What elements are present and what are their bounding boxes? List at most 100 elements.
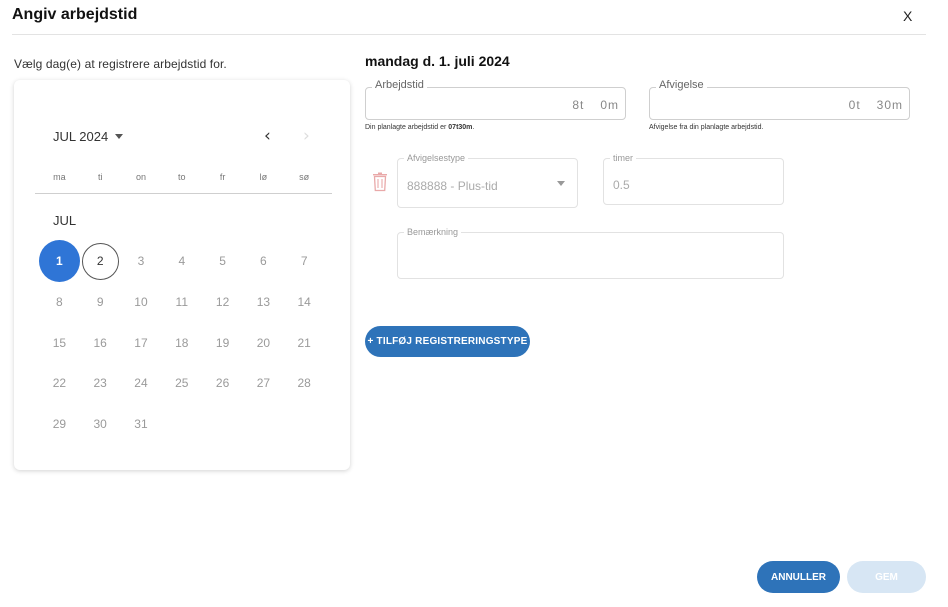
calendar-day[interactable]: 31 bbox=[121, 404, 162, 445]
day-number: 16 bbox=[93, 335, 107, 350]
close-button[interactable]: X bbox=[903, 8, 912, 24]
calendar-day[interactable]: 28 bbox=[284, 363, 325, 404]
calendar-day[interactable]: 20 bbox=[243, 322, 284, 363]
weekday-label: sø bbox=[299, 172, 310, 182]
deviation-type-label: Afvigelsestype bbox=[404, 153, 469, 163]
calendar-day[interactable]: 5 bbox=[202, 241, 243, 282]
day-number: 9 bbox=[96, 295, 104, 310]
day-number: 25 bbox=[175, 376, 189, 391]
month-year-label: JUL 2024 bbox=[53, 129, 109, 144]
deviation-type-value: 888888 - Plus-tid bbox=[407, 179, 498, 193]
chevron-right-icon: › bbox=[303, 126, 310, 146]
calendar-day[interactable]: 8 bbox=[39, 282, 80, 323]
weekday-label: to bbox=[178, 172, 186, 182]
calendar-day[interactable]: 13 bbox=[243, 282, 284, 323]
calendar-day[interactable]: 30 bbox=[80, 404, 121, 445]
hours-value: 0.5 bbox=[613, 178, 630, 192]
day-number: 15 bbox=[52, 335, 67, 350]
weekday-label: on bbox=[135, 172, 146, 182]
calendar-day[interactable]: 6 bbox=[243, 241, 284, 282]
calendar-day[interactable]: 26 bbox=[202, 363, 243, 404]
chevron-left-icon[interactable]: ‹ bbox=[264, 126, 271, 146]
calendar-instruction: Vælg dag(e) at registrere arbejdstid for… bbox=[14, 57, 227, 71]
month-label: JUL bbox=[53, 213, 77, 228]
calendar-day[interactable]: 12 bbox=[202, 282, 243, 323]
calendar-day[interactable]: 18 bbox=[161, 322, 202, 363]
deviation-value: 0t 30m bbox=[849, 98, 903, 112]
day-number: 11 bbox=[175, 295, 189, 310]
work-time-field[interactable]: Arbejdstid 8t 0m bbox=[365, 79, 626, 120]
weekday-header: ma ti on to fr lø sø bbox=[39, 172, 345, 182]
weekday-label: ti bbox=[97, 172, 103, 182]
weekday-label: lø bbox=[259, 172, 268, 182]
calendar-day[interactable]: 4 bbox=[161, 241, 202, 282]
calendar-day[interactable]: 22 bbox=[39, 363, 80, 404]
calendar-day[interactable]: 17 bbox=[121, 322, 162, 363]
calendar-day[interactable]: 21 bbox=[284, 322, 325, 363]
day-number: 26 bbox=[215, 376, 230, 391]
calendar-day[interactable]: 10 bbox=[121, 282, 162, 323]
hours-input[interactable]: timer 0.5 bbox=[603, 153, 784, 205]
deviation-label: Afvigelse bbox=[656, 79, 707, 91]
caret-down-icon bbox=[115, 134, 124, 139]
work-time-helper: Din planlagte arbejdstid er 07t30m. bbox=[365, 124, 474, 131]
day-number: 2 bbox=[81, 242, 119, 280]
work-time-label: Arbejdstid bbox=[372, 79, 427, 91]
calendar-day[interactable]: 27 bbox=[243, 363, 284, 404]
header-divider bbox=[12, 34, 926, 35]
calendar-day[interactable]: 23 bbox=[80, 363, 121, 404]
dialog-title: Angiv arbejdstid bbox=[12, 6, 138, 23]
deviation-helper: Afvigelse fra din planlagte arbejdstid. bbox=[649, 124, 764, 131]
cancel-button[interactable]: ANNULLER bbox=[757, 561, 840, 593]
calendar-day[interactable]: 11 bbox=[161, 282, 202, 323]
work-time-helper-text: Din planlagte arbejdstid er bbox=[365, 124, 449, 131]
month-year-select[interactable]: JUL 2024 bbox=[53, 129, 124, 144]
add-registration-type-button[interactable]: + TILFØJ REGISTRERINGSTYPE bbox=[365, 326, 530, 357]
work-time-value: 8t 0m bbox=[572, 98, 619, 112]
calendar-day[interactable]: 16 bbox=[80, 322, 121, 363]
hours-label: timer bbox=[610, 153, 636, 163]
calendar-day[interactable]: 29 bbox=[39, 404, 80, 445]
day-number: 23 bbox=[93, 376, 107, 391]
calendar: JUL 2024 ‹ › ma ti on to fr lø sø JUL 1 … bbox=[14, 80, 350, 470]
save-button[interactable]: GEM bbox=[847, 561, 926, 593]
day-number: 21 bbox=[297, 335, 311, 350]
day-number: 18 bbox=[175, 335, 189, 350]
note-input[interactable]: Bemærkning bbox=[397, 227, 784, 279]
weekday-divider bbox=[35, 193, 332, 194]
work-time-hours[interactable]: 8t bbox=[572, 98, 584, 112]
work-time-helper-suffix: . bbox=[472, 124, 475, 131]
day-number: 8 bbox=[56, 295, 63, 310]
deviation-hours[interactable]: 0t bbox=[849, 98, 861, 112]
day-number: 30 bbox=[93, 417, 107, 432]
day-number: 13 bbox=[256, 295, 271, 310]
day-number: 17 bbox=[134, 335, 148, 350]
day-number: 28 bbox=[297, 376, 311, 391]
deviation-field[interactable]: Afvigelse 0t 30m bbox=[649, 79, 910, 120]
calendar-day[interactable]: 24 bbox=[121, 363, 162, 404]
calendar-day[interactable]: 25 bbox=[161, 363, 202, 404]
calendar-day[interactable]: 7 bbox=[284, 241, 325, 282]
day-number: 1 bbox=[39, 240, 80, 283]
day-number: 31 bbox=[134, 417, 148, 432]
calendar-day[interactable]: 19 bbox=[202, 322, 243, 363]
planned-time-value: 07t30m bbox=[448, 124, 473, 131]
day-number: 6 bbox=[260, 254, 267, 269]
deviation-minutes[interactable]: 30m bbox=[877, 98, 903, 112]
day-number: 12 bbox=[215, 295, 230, 310]
calendar-day-selected[interactable]: 1 bbox=[39, 240, 80, 283]
calendar-day[interactable]: 15 bbox=[39, 322, 80, 363]
day-number: 7 bbox=[300, 254, 308, 269]
calendar-day[interactable]: 14 bbox=[284, 282, 325, 323]
day-number: 3 bbox=[137, 254, 145, 269]
work-time-minutes[interactable]: 0m bbox=[600, 98, 619, 112]
day-number: 5 bbox=[219, 254, 226, 269]
day-number: 20 bbox=[256, 335, 271, 350]
deviation-type-select[interactable]: Afvigelsestype 888888 - Plus-tid bbox=[397, 153, 578, 208]
day-grid: 1 2 3 4 5 6 7 8 9 10 11 12 13 14 15 16 1… bbox=[39, 240, 345, 445]
calendar-day[interactable]: 9 bbox=[80, 282, 121, 323]
calendar-day[interactable]: 3 bbox=[121, 241, 162, 282]
trash-icon[interactable] bbox=[372, 172, 388, 192]
calendar-day-today[interactable]: 2 bbox=[80, 241, 121, 282]
day-number: 14 bbox=[297, 295, 311, 310]
